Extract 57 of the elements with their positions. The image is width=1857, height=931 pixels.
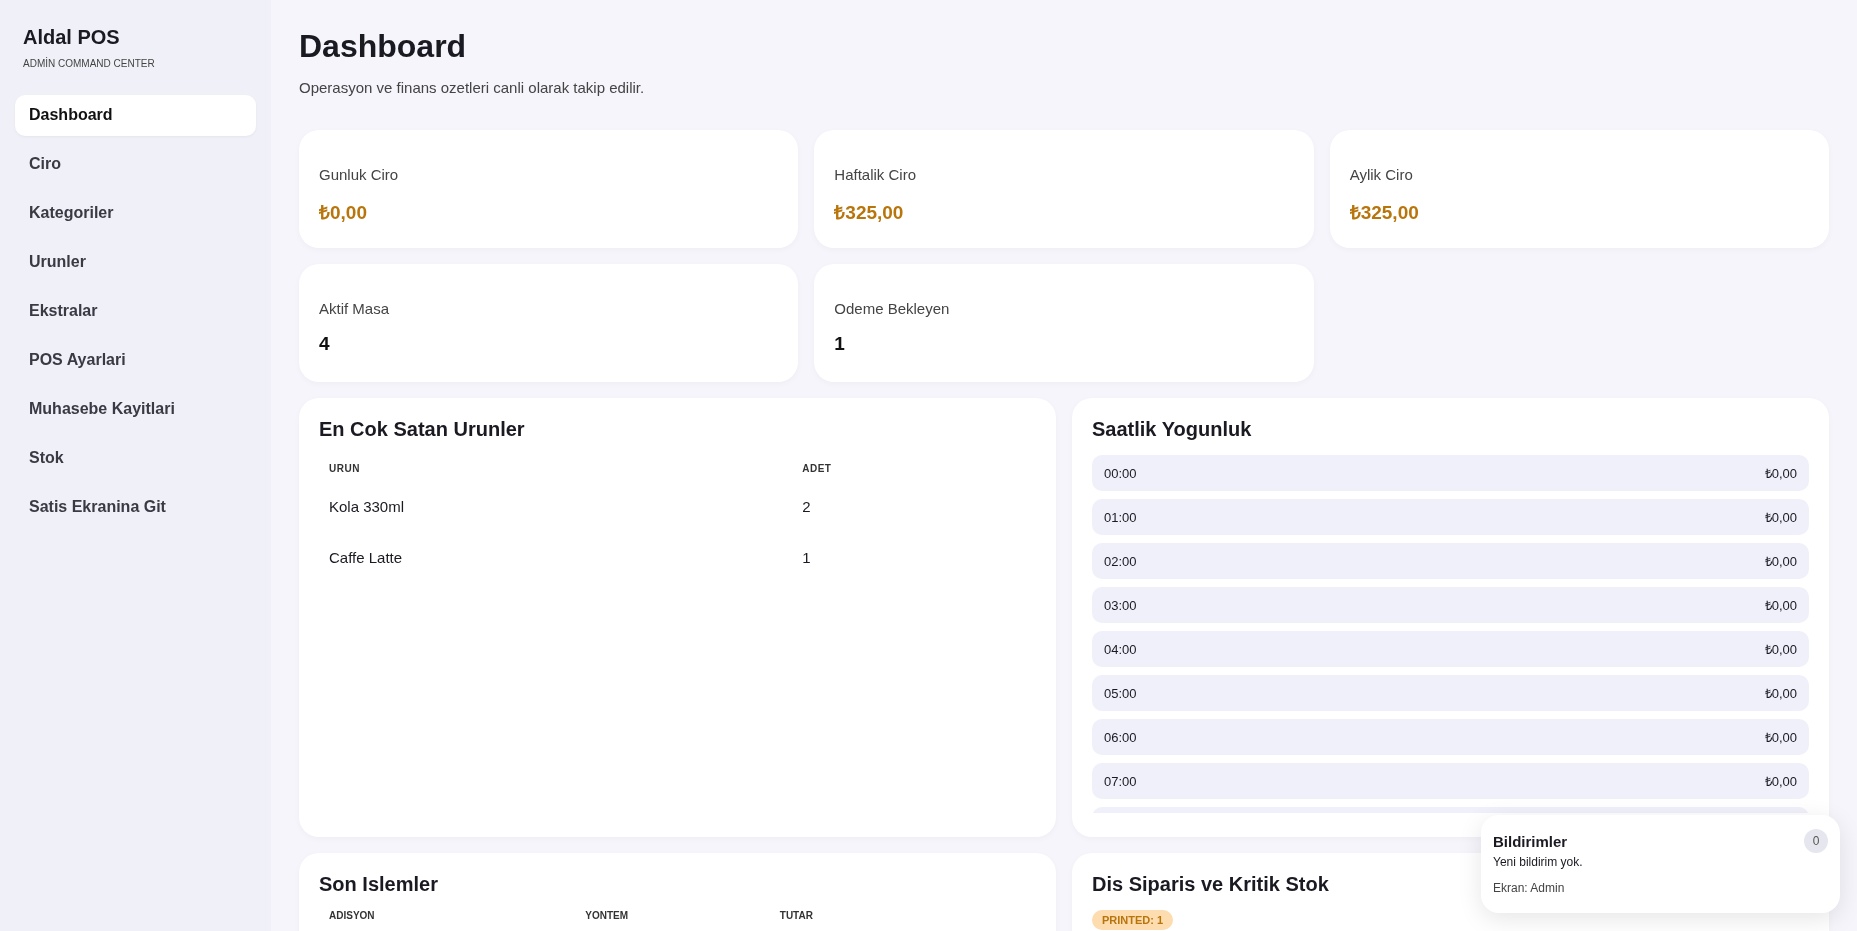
sidebar-item[interactable]: Urunler: [15, 242, 256, 283]
hour-amount: ₺0,00: [1764, 685, 1797, 702]
stat-value: ₺325,00: [834, 201, 905, 225]
hour-amount: ₺0,00: [1764, 773, 1797, 790]
hour-amount: ₺0,00: [1764, 641, 1797, 658]
sidebar-item[interactable]: Ciro: [15, 144, 256, 185]
column-header: ADET: [801, 462, 833, 476]
panel-title: En Cok Satan Urunler: [319, 418, 525, 441]
hour-amount: ₺0,00: [1764, 509, 1797, 526]
column-header: YONTEM: [585, 910, 629, 921]
hour-label: 03:00: [1104, 597, 1137, 613]
hour-label: 02:00: [1104, 553, 1137, 569]
page-title: Dashboard: [299, 28, 468, 65]
stat-value: ₺325,00: [1349, 201, 1420, 225]
page-subtitle: Operasyon ve finans ozetleri canli olarak takip edilir.: [299, 79, 646, 96]
table-cell-text: 1: [801, 548, 812, 568]
stat-label: Gunluk Ciro: [319, 166, 400, 183]
notification-message: Yeni bildirim yok.: [1493, 855, 1584, 869]
hour-label: 06:00: [1104, 729, 1137, 745]
stat-value: 1: [834, 333, 846, 355]
panel-title: Son Islemler: [319, 873, 438, 896]
column-header: ADISYON: [329, 910, 376, 921]
sidebar-item[interactable]: Muhasebe Kayitlari: [15, 389, 256, 430]
hour-label: 05:00: [1104, 685, 1137, 701]
table-cell-text: Kola 330ml: [328, 497, 406, 517]
table-cell-text: Caffe Latte: [328, 548, 404, 568]
notification-count: 0: [1804, 829, 1828, 853]
hour-amount: ₺0,00: [1764, 597, 1797, 614]
hour-label: 07:00: [1104, 773, 1137, 789]
panel-title: Dis Siparis ve Kritik Stok: [1092, 873, 1329, 896]
screen-label: Ekran: Admin: [1493, 881, 1566, 895]
table-cell-text: 2: [801, 497, 812, 517]
sidebar-item[interactable]: Dashboard: [15, 95, 256, 136]
stat-label: Aktif Masa: [319, 300, 391, 317]
sidebar-item[interactable]: Satis Ekranina Git: [15, 487, 256, 528]
sidebar-item[interactable]: Ekstralar: [15, 291, 256, 332]
stat-label: Aylik Ciro: [1349, 166, 1414, 183]
hour-amount: ₺0,00: [1764, 729, 1797, 746]
brand-title: Aldal POS: [22, 26, 121, 49]
stat-label: Odeme Bekleyen: [834, 300, 951, 317]
brand-subtitle: ADMİN COMMAND CENTER: [22, 58, 156, 69]
sidebar-item[interactable]: POS Ayarlari: [15, 340, 256, 381]
hour-label: 04:00: [1104, 641, 1137, 657]
notification-title: Bildirimler: [1493, 832, 1568, 850]
column-header: URUN: [328, 462, 361, 476]
stat-value: 4: [319, 333, 331, 355]
stat-label: Haftalik Ciro: [834, 166, 917, 183]
sidebar-item[interactable]: Kategoriler: [15, 193, 256, 234]
stat-value: ₺0,00: [319, 201, 368, 225]
panel-title: Saatlik Yogunluk: [1092, 418, 1252, 441]
status-badge: PRINTED: 1: [1092, 910, 1174, 930]
hour-amount: ₺0,00: [1764, 553, 1797, 570]
sidebar-item[interactable]: Stok: [15, 438, 256, 479]
hour-label: 01:00: [1104, 509, 1137, 525]
column-header: TUTAR: [779, 910, 814, 921]
hour-label: 00:00: [1104, 465, 1137, 481]
hour-amount: ₺0,00: [1764, 465, 1797, 482]
